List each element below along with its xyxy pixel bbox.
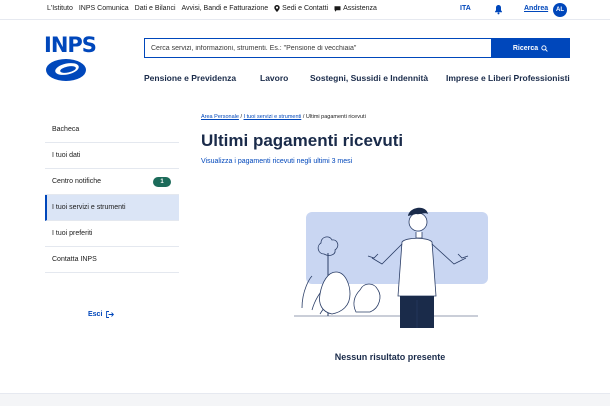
utility-link-comunica[interactable]: INPS Comunica	[79, 5, 129, 12]
map-pin-icon	[274, 5, 280, 12]
sidebar-item-label: I tuoi servizi e strumenti	[52, 204, 126, 211]
sidebar-item-preferiti[interactable]: I tuoi preferiti	[45, 221, 179, 247]
sidebar: Bacheca I tuoi dati Centro notifiche 1 I…	[45, 117, 179, 273]
chat-icon	[334, 5, 341, 12]
nav-pensione[interactable]: Pensione e Previdenza	[144, 73, 236, 83]
sidebar-item-label: Centro notifiche	[52, 178, 102, 185]
breadcrumb-servizi[interactable]: I tuoi servizi e strumenti	[244, 114, 302, 120]
sidebar-item-contatta[interactable]: Contatta INPS	[45, 247, 179, 273]
bell-icon[interactable]	[494, 4, 503, 15]
utility-link-sedi[interactable]: Sedi e Contatti	[274, 5, 328, 12]
logout-icon	[106, 311, 115, 318]
sidebar-item-label: I tuoi preferiti	[52, 230, 93, 237]
sidebar-item-label: I tuoi dati	[52, 152, 81, 159]
nav-sostegni[interactable]: Sostegni, Sussidi e Indennità	[310, 73, 428, 83]
sidebar-item-servizi[interactable]: I tuoi servizi e strumenti	[45, 195, 179, 221]
search-input[interactable]	[144, 38, 491, 58]
avatar[interactable]: AL	[553, 3, 567, 17]
utility-link-dati-bilanci[interactable]: Dati e Bilanci	[135, 5, 176, 12]
search-button[interactable]: Ricerca	[491, 38, 570, 58]
search-button-label: Ricerca	[512, 44, 539, 52]
sidebar-item-bacheca[interactable]: Bacheca	[45, 117, 179, 143]
utility-link-assistenza[interactable]: Assistenza	[334, 5, 377, 12]
language-selector[interactable]: ITA	[460, 5, 471, 12]
utility-link-avvisi[interactable]: Avvisi, Bandi e Fatturazione	[182, 5, 269, 12]
breadcrumb: Area Personale / I tuoi servizi e strume…	[201, 114, 366, 120]
sidebar-item-dati[interactable]: I tuoi dati	[45, 143, 179, 169]
sidebar-item-notifiche[interactable]: Centro notifiche 1	[45, 169, 179, 195]
utility-link-sedi-label: Sedi e Contatti	[282, 5, 329, 12]
nav-imprese[interactable]: Imprese e Liberi Professionisti	[446, 73, 570, 83]
user-name-link[interactable]: Andrea	[524, 5, 548, 12]
empty-state-illustration	[294, 207, 488, 328]
utility-links: L'Istituto INPS Comunica Dati e Bilanci …	[47, 5, 377, 12]
sidebar-item-label: Bacheca	[52, 126, 80, 133]
logout-label: Esci	[88, 311, 103, 318]
logo-text: INPS	[44, 33, 97, 57]
logo-mark-icon	[46, 59, 86, 81]
footer-strip	[0, 393, 610, 406]
utility-link-istituto[interactable]: L'Istituto	[47, 5, 73, 12]
empty-state-message: Nessun risultato presente	[334, 352, 446, 362]
nav-lavoro[interactable]: Lavoro	[260, 73, 288, 83]
inps-logo[interactable]: INPS	[44, 33, 97, 85]
page-subtitle: Visualizza i pagamenti ricevuti negli ul…	[201, 158, 353, 165]
breadcrumb-area-personale[interactable]: Area Personale	[201, 114, 239, 120]
notification-badge: 1	[153, 177, 171, 187]
search-icon	[541, 44, 548, 52]
utility-bar: L'Istituto INPS Comunica Dati e Bilanci …	[0, 0, 610, 20]
page-title: Ultimi pagamenti ricevuti	[201, 131, 404, 150]
utility-link-assistenza-label: Assistenza	[343, 5, 377, 12]
breadcrumb-current: Ultimi pagamenti ricevuti	[305, 114, 366, 120]
sidebar-item-label: Contatta INPS	[52, 256, 97, 263]
logout-button[interactable]: Esci	[88, 311, 115, 318]
